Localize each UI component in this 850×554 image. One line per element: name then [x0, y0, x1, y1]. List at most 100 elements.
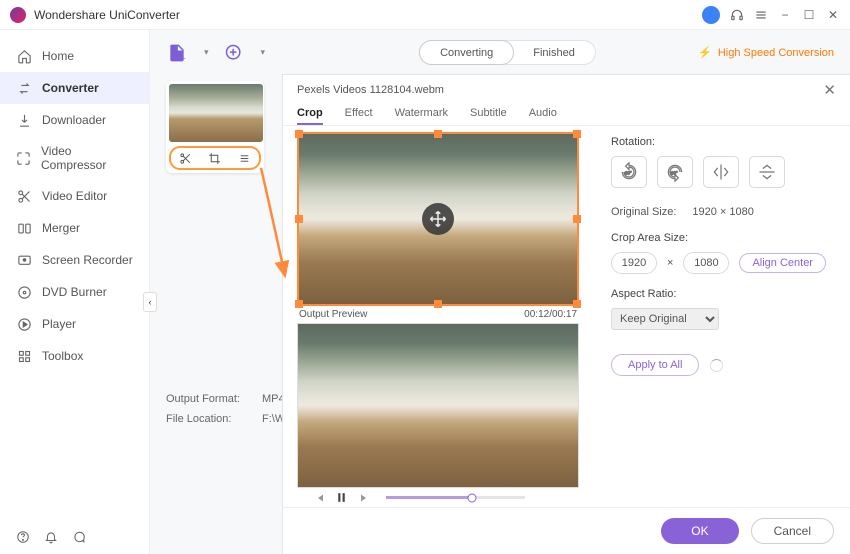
tab-audio[interactable]: Audio	[529, 103, 557, 125]
minimize-button[interactable]: −	[778, 8, 792, 22]
crop-viewport[interactable]	[297, 132, 579, 306]
original-size-value: 1920 × 1080	[692, 206, 753, 218]
user-avatar[interactable]	[702, 6, 720, 24]
crop-handle[interactable]	[295, 215, 303, 223]
loading-icon	[710, 359, 723, 372]
crop-handle[interactable]	[573, 215, 581, 223]
original-size-label: Original Size:	[611, 206, 676, 218]
crop-handle[interactable]	[295, 130, 303, 138]
help-icon[interactable]	[16, 530, 30, 544]
tab-crop[interactable]: Crop	[297, 103, 323, 125]
close-button[interactable]: ✕	[826, 8, 840, 22]
pause-button[interactable]	[334, 490, 349, 505]
sidebar-item-merger[interactable]: Merger	[0, 212, 149, 244]
crop-width-input[interactable]	[611, 252, 657, 274]
tab-subtitle[interactable]: Subtitle	[470, 103, 507, 125]
bell-icon[interactable]	[44, 530, 58, 544]
bolt-icon: ⚡	[698, 46, 712, 59]
flip-vertical-button[interactable]	[749, 156, 785, 188]
media-card[interactable]	[166, 81, 264, 173]
headset-icon[interactable]	[730, 8, 744, 22]
crop-controls: Rotation: 90° 90° Original Size: 1920 × …	[593, 126, 850, 507]
prev-button[interactable]	[311, 490, 326, 505]
svg-text:+: +	[180, 53, 185, 63]
sidebar-item-label: Converter	[42, 81, 99, 95]
seek-fill	[386, 496, 472, 499]
playback-controls	[297, 488, 579, 507]
sidebar-item-label: Home	[42, 49, 74, 63]
time-display: 00:12/00:17	[524, 309, 577, 320]
sidebar-item-home[interactable]: Home	[0, 40, 149, 72]
crop-icon[interactable]	[208, 151, 222, 165]
align-center-button[interactable]: Align Center	[739, 253, 826, 273]
recorder-icon	[16, 252, 32, 268]
menu-icon[interactable]	[754, 8, 768, 22]
cancel-button[interactable]: Cancel	[751, 518, 834, 544]
crop-handle[interactable]	[295, 300, 303, 308]
crop-modal: Pexels Videos 1128104.webm ✕ Crop Effect…	[282, 74, 850, 554]
app-name: Wondershare UniConverter	[34, 8, 702, 22]
disc-icon	[16, 284, 32, 300]
modal-close-button[interactable]: ✕	[823, 81, 836, 99]
grid-icon	[16, 348, 32, 364]
sidebar-item-dvd[interactable]: DVD Burner	[0, 276, 149, 308]
seek-thumb[interactable]	[468, 493, 477, 502]
file-location-label: File Location:	[166, 413, 246, 425]
preview-panel: Output Preview 00:12/00:17	[283, 126, 593, 507]
sidebar-item-compressor[interactable]: Video Compressor	[0, 136, 149, 180]
high-speed-label: High Speed Conversion	[718, 47, 834, 59]
sidebar-item-label: Merger	[42, 221, 80, 235]
sidebar: Home Converter Downloader Video Compress…	[0, 30, 150, 554]
crop-sep: ×	[667, 257, 673, 269]
output-format-label: Output Format:	[166, 393, 246, 405]
svg-text:90°: 90°	[671, 171, 678, 176]
home-icon	[16, 48, 32, 64]
crop-handle[interactable]	[573, 130, 581, 138]
caret-icon[interactable]: ▾	[261, 47, 266, 58]
settings-icon[interactable]	[237, 151, 251, 165]
sidebar-item-label: Downloader	[42, 113, 106, 127]
rotation-label: Rotation:	[611, 136, 832, 148]
crop-area-label: Crop Area Size:	[611, 232, 832, 244]
next-button[interactable]	[357, 490, 372, 505]
aspect-label: Aspect Ratio:	[611, 288, 832, 300]
crop-handle[interactable]	[434, 130, 442, 138]
sidebar-item-converter[interactable]: Converter	[0, 72, 149, 104]
trim-icon[interactable]	[179, 151, 193, 165]
tab-converting[interactable]: Converting	[420, 41, 513, 64]
apply-to-all-button[interactable]: Apply to All	[611, 354, 699, 376]
sidebar-item-recorder[interactable]: Screen Recorder	[0, 244, 149, 276]
tab-effect[interactable]: Effect	[345, 103, 373, 125]
high-speed-toggle[interactable]: ⚡ High Speed Conversion	[698, 46, 834, 59]
sidebar-item-editor[interactable]: Video Editor	[0, 180, 149, 212]
caret-icon[interactable]: ▾	[204, 47, 209, 58]
crop-handle[interactable]	[434, 300, 442, 308]
sidebar-item-label: DVD Burner	[42, 285, 107, 299]
seek-track[interactable]	[386, 496, 525, 499]
collapse-sidebar-button[interactable]: ‹	[143, 292, 157, 312]
tab-finished[interactable]: Finished	[513, 41, 595, 64]
sidebar-item-toolbox[interactable]: Toolbox	[0, 340, 149, 372]
sidebar-item-downloader[interactable]: Downloader	[0, 104, 149, 136]
rotate-right-button[interactable]: 90°	[657, 156, 693, 188]
video-thumbnail	[169, 84, 263, 142]
move-handle-icon[interactable]	[422, 203, 454, 235]
scissors-icon	[16, 188, 32, 204]
ok-button[interactable]: OK	[661, 518, 738, 544]
sidebar-item-label: Screen Recorder	[42, 253, 133, 267]
crop-height-input[interactable]	[683, 252, 729, 274]
aspect-ratio-select[interactable]: Keep Original	[611, 308, 719, 330]
sidebar-item-player[interactable]: Player	[0, 308, 149, 340]
add-folder-button[interactable]	[223, 42, 245, 64]
maximize-button[interactable]: ☐	[802, 8, 816, 22]
title-bar: Wondershare UniConverter − ☐ ✕	[0, 0, 850, 30]
flip-horizontal-button[interactable]	[703, 156, 739, 188]
toolbar: + ▾ ▾ Converting Finished ⚡ High Speed C…	[150, 30, 850, 75]
output-preview-label: Output Preview	[299, 309, 367, 320]
tab-watermark[interactable]: Watermark	[395, 103, 448, 125]
add-file-button[interactable]: +	[166, 42, 188, 64]
merge-icon	[16, 220, 32, 236]
crop-handle[interactable]	[573, 300, 581, 308]
rotate-left-button[interactable]: 90°	[611, 156, 647, 188]
feedback-icon[interactable]	[72, 530, 86, 544]
